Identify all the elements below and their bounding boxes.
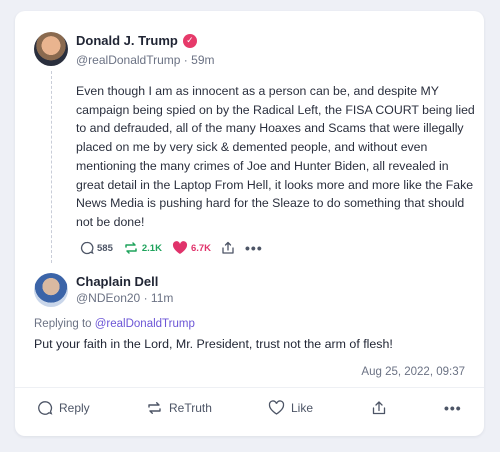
reply-button-label: Reply — [59, 401, 90, 415]
retruth-button[interactable]: ReTruth — [146, 400, 212, 416]
reply-time-ago[interactable]: 11m — [151, 291, 173, 305]
share-icon — [372, 401, 386, 415]
heart-filled-icon — [172, 241, 188, 254]
retruth-icon — [148, 402, 161, 414]
reply-author-name-row: Chaplain Dell — [76, 274, 158, 289]
share-button[interactable] — [371, 400, 387, 416]
reply-icon — [38, 401, 53, 415]
replies-count: 585 — [97, 242, 113, 254]
reply-timestamp: Aug 25, 2022, 09:37 — [361, 366, 465, 378]
like-button-label: Like — [291, 401, 314, 415]
retruth-icon — [125, 242, 137, 254]
post-time-ago[interactable]: 59m — [191, 53, 214, 67]
reply-author-display-name[interactable]: Chaplain Dell — [76, 274, 158, 289]
thread-connector-line — [51, 71, 52, 263]
replying-to-line: Replying to @realDonaldTrump — [34, 318, 195, 330]
verified-check-icon: ✓ — [182, 33, 197, 48]
replying-to-prefix: Replying to — [34, 318, 92, 330]
reply-author-handle[interactable]: @NDEon20 — [76, 291, 140, 305]
post-text: Even though I am as innocent as a person… — [76, 84, 475, 229]
divider — [15, 387, 484, 388]
reply-text: Put your faith in the Lord, Mr. Presiden… — [34, 337, 393, 351]
reply-action-bar: Reply ReTruth Like ••• — [15, 395, 484, 423]
more-dots-icon: ••• — [444, 400, 462, 416]
retruths-count: 2.1K — [141, 242, 162, 254]
reply-avatar[interactable] — [34, 273, 68, 307]
more-options-button-small[interactable]: ••• — [245, 240, 263, 256]
retruth-button-label: ReTruth — [169, 401, 212, 415]
avatar[interactable] — [34, 32, 68, 66]
reply-author-handle-time: @NDEon20 · 11m — [76, 291, 173, 305]
more-options-button[interactable]: ••• — [444, 400, 462, 416]
author-handle[interactable]: @realDonaldTrump — [76, 53, 180, 67]
more-dots-icon: ••• — [245, 240, 263, 256]
author-display-name[interactable]: Donald J. Trump — [76, 33, 178, 48]
share-icon — [222, 241, 234, 254]
likes-stat[interactable]: 6.7K — [172, 241, 211, 255]
reply-button[interactable]: Reply — [37, 400, 90, 416]
retruths-stat[interactable]: 2.1K — [123, 241, 162, 255]
separator-dot: · — [143, 291, 151, 305]
replying-to-mention[interactable]: @realDonaldTrump — [95, 318, 195, 330]
author-handle-time: @realDonaldTrump · 59m — [76, 53, 214, 67]
truth-thread-card: Donald J. Trump ✓ @realDonaldTrump · 59m… — [15, 11, 484, 436]
likes-count: 6.7K — [190, 242, 212, 254]
author-name-row: Donald J. Trump ✓ — [76, 33, 197, 48]
like-button[interactable]: Like — [268, 400, 313, 416]
replies-stat[interactable]: 585 — [80, 241, 113, 255]
heart-outline-icon — [268, 400, 285, 415]
reply-icon — [80, 241, 94, 255]
post-stats-bar: 585 2.1K 6.7K ••• — [80, 240, 273, 256]
share-button-small[interactable] — [221, 241, 235, 255]
